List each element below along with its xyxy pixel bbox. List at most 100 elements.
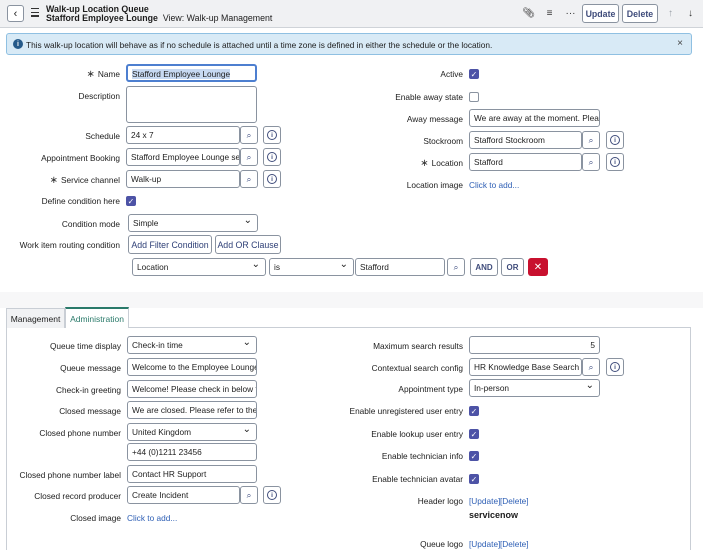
close-icon: ✕	[533, 261, 543, 273]
tech-avatar-checkbox[interactable]: ✓	[469, 474, 479, 484]
queue-message-label: Queue message	[60, 363, 121, 373]
condition-mode-select[interactable]: Simple	[128, 214, 258, 232]
description-field[interactable]	[126, 86, 257, 123]
chevron-left-icon: ‹	[13, 7, 18, 20]
required-icon: ∗	[49, 175, 58, 186]
schedule-field[interactable]: 24 x 7	[126, 126, 240, 144]
menu-icon[interactable]	[31, 8, 39, 17]
contextual-search-info-button[interactable]: i	[606, 358, 624, 376]
contextual-search-field[interactable]: HR Knowledge Base Search	[469, 358, 582, 376]
name-label: ∗ Name	[86, 69, 120, 80]
location-image-add-link[interactable]: Click to add...	[469, 180, 519, 190]
routing-condition-label: Work item routing condition	[19, 240, 120, 250]
appointment-booking-field[interactable]: Stafford Employee Lounge ser	[126, 148, 240, 166]
search-icon: ⌕	[588, 134, 594, 145]
lookup-label: Enable lookup user entry	[371, 429, 463, 439]
closed-message-field[interactable]: We are closed. Please refer to the ho	[127, 401, 257, 419]
define-condition-checkbox[interactable]: ✓	[126, 196, 136, 206]
schedule-search-button[interactable]: ⌕	[240, 126, 258, 144]
location-image-label: Location image	[406, 180, 463, 190]
info-icon: i	[267, 130, 277, 140]
closed-phone-number-field[interactable]: +44 (0)1211 23456	[127, 443, 257, 461]
service-channel-search-button[interactable]: ⌕	[240, 170, 258, 188]
stockroom-search-button[interactable]: ⌕	[582, 131, 600, 149]
header-logo-delete-link[interactable]: [Delete]	[500, 496, 529, 506]
info-banner: i This walk-up location will behave as i…	[6, 33, 692, 55]
active-label: Active	[440, 69, 463, 79]
arrow-down-icon[interactable]: ↓	[683, 6, 698, 21]
lookup-checkbox[interactable]: ✓	[469, 429, 479, 439]
tech-info-checkbox[interactable]: ✓	[469, 451, 479, 461]
add-filter-condition-button[interactable]: Add Filter Condition	[128, 235, 212, 254]
enable-away-checkbox[interactable]	[469, 92, 479, 102]
appointment-booking-info-button[interactable]: i	[263, 148, 281, 166]
queue-logo-update-link[interactable]: [Update]	[469, 539, 500, 549]
add-or-clause-button[interactable]: Add OR Clause	[215, 235, 281, 254]
service-channel-info-button[interactable]: i	[263, 170, 281, 188]
active-checkbox[interactable]: ✓	[469, 69, 479, 79]
enable-away-label: Enable away state	[395, 92, 463, 102]
paperclip-icon[interactable]: 📎︎	[521, 6, 536, 21]
location-info-button[interactable]: i	[606, 153, 624, 171]
queue-logo-label: Queue logo	[420, 539, 463, 549]
name-field[interactable]: Stafford Employee Lounge	[126, 64, 257, 82]
max-search-field[interactable]: 5	[469, 336, 600, 354]
tech-avatar-label: Enable technician avatar	[372, 474, 463, 484]
or-button[interactable]: OR	[501, 258, 524, 276]
search-icon: ⌕	[246, 129, 252, 140]
update-button[interactable]: Update	[582, 4, 619, 23]
contextual-search-search-button[interactable]: ⌕	[582, 358, 600, 376]
service-channel-field[interactable]: Walk-up	[126, 170, 240, 188]
required-icon: ∗	[420, 158, 429, 169]
condition-field-select[interactable]: Location	[132, 258, 266, 276]
schedule-info-button[interactable]: i	[263, 126, 281, 144]
tab-management[interactable]: Management	[6, 308, 65, 328]
closed-image-add-link[interactable]: Click to add...	[127, 513, 177, 523]
stockroom-label: Stockroom	[423, 136, 463, 146]
back-button[interactable]: ‹	[7, 5, 24, 22]
more-options-icon[interactable]: ···	[563, 6, 578, 21]
queue-message-field[interactable]: Welcome to the Employee Lounge	[127, 358, 257, 376]
unregistered-checkbox[interactable]: ✓	[469, 406, 479, 416]
header-logo-update-link[interactable]: [Update]	[469, 496, 500, 506]
away-message-label: Away message	[406, 114, 463, 124]
location-field[interactable]: Stafford	[469, 153, 582, 171]
and-button[interactable]: AND	[470, 258, 498, 276]
queue-time-display-select[interactable]: Check-in time	[127, 336, 257, 354]
appointment-booking-search-button[interactable]: ⌕	[240, 148, 258, 166]
stockroom-field[interactable]: Stafford Stockroom	[469, 131, 582, 149]
condition-mode-label: Condition mode	[61, 219, 120, 229]
schedule-label: Schedule	[85, 131, 120, 141]
close-icon[interactable]: ×	[677, 38, 683, 49]
condition-value-field[interactable]: Stafford	[355, 258, 445, 276]
servicenow-logo: servicenow	[469, 510, 519, 520]
required-icon: ∗	[86, 69, 95, 80]
arrow-up-icon[interactable]: ↑	[663, 6, 678, 21]
description-label: Description	[78, 91, 120, 101]
settings-sliders-icon[interactable]: ≡	[542, 6, 557, 21]
appointment-type-label: Appointment type	[398, 384, 463, 394]
info-icon: i	[13, 39, 23, 49]
tech-info-label: Enable technician info	[381, 451, 463, 461]
remove-condition-button[interactable]: ✕	[528, 258, 548, 276]
queue-time-display-label: Queue time display	[49, 341, 121, 351]
checkin-greeting-label: Check-in greeting	[55, 385, 121, 395]
closed-phone-number-label-field[interactable]: Contact HR Support	[127, 465, 257, 483]
away-message-field[interactable]: We are away at the moment. Please	[469, 109, 600, 127]
tab-administration[interactable]: Administration	[65, 307, 129, 328]
search-icon: ⌕	[588, 361, 594, 372]
stockroom-info-button[interactable]: i	[606, 131, 624, 149]
location-search-button[interactable]: ⌕	[582, 153, 600, 171]
checkin-greeting-field[interactable]: Welcome! Please check in below to .	[127, 380, 257, 398]
closed-phone-country-select[interactable]: United Kingdom	[127, 423, 257, 441]
delete-button[interactable]: Delete	[622, 4, 658, 23]
appointment-type-select[interactable]: In-person	[469, 379, 600, 397]
info-icon: i	[610, 157, 620, 167]
condition-operator-select[interactable]: is	[269, 258, 354, 276]
closed-record-producer-info-button[interactable]: i	[263, 486, 281, 504]
closed-record-producer-field[interactable]: Create Incident	[127, 486, 240, 504]
closed-record-producer-search-button[interactable]: ⌕	[240, 486, 258, 504]
max-search-label: Maximum search results	[373, 341, 463, 351]
condition-value-search-button[interactable]: ⌕	[447, 258, 465, 276]
queue-logo-delete-link[interactable]: [Delete]	[500, 539, 529, 549]
